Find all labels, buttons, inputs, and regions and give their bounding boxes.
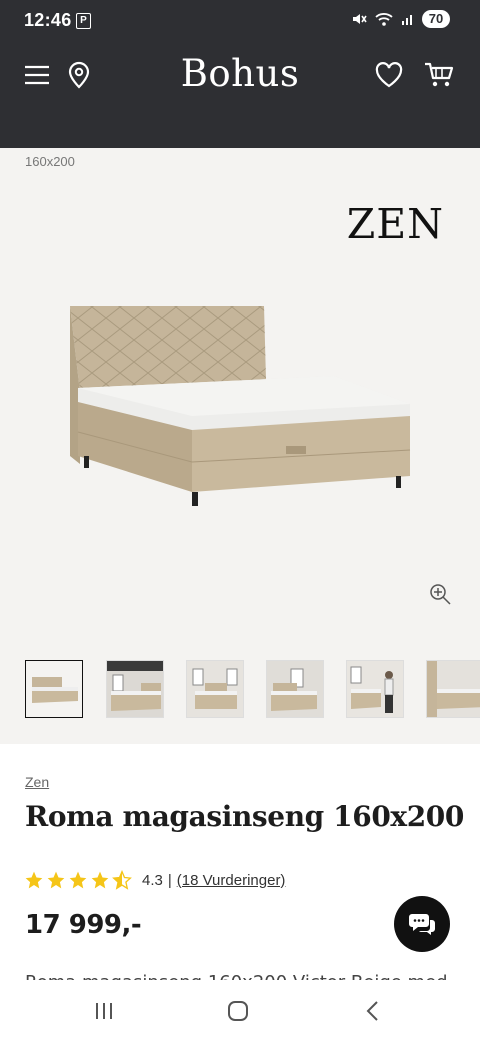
chat-button[interactable] [394,896,450,952]
star-icon [25,871,43,889]
bohus-logo[interactable]: Bohus [0,52,480,95]
parking-icon: P [76,13,91,29]
system-navigation-bar [0,980,480,1040]
star-icon [47,871,65,889]
status-bar: 12:46 P 70 [0,0,480,38]
rating-row[interactable]: 4.3 | (18 Vurderinger) [24,870,285,890]
thumbnail-6[interactable] [426,660,480,718]
back-icon[interactable] [358,998,388,1024]
product-title: Roma magasinseng 160x200 [25,800,464,833]
battery-indicator: 70 [422,10,450,28]
home-icon[interactable] [223,998,253,1024]
site-header: Bohus [0,38,480,148]
thumbnail-3[interactable] [186,660,244,718]
thumbnail-2[interactable] [106,660,164,718]
thumbnail-4[interactable] [266,660,324,718]
star-half-icon [112,870,132,890]
recent-apps-icon[interactable] [89,998,119,1024]
mute-icon [353,14,367,24]
status-time: 12:46 [24,10,72,30]
star-icon [91,871,109,889]
status-icons: 70 [351,10,450,28]
product-price: 17 999,- [25,910,142,940]
wifi-icon [375,13,393,26]
zoom-in-icon[interactable] [428,582,452,606]
thumbnail-strip [0,640,480,744]
brand-link[interactable]: Zen [25,774,49,790]
chat-bubbles-icon [409,914,435,935]
gallery-cut-text: 160x200 [25,154,75,169]
product-info: Zen Roma magasinseng 160x200 4.3 | (18 V… [0,744,480,984]
star-icon [69,871,87,889]
thumbnail-5[interactable] [346,660,404,718]
product-image-gallery[interactable]: 160x200 ZEN [0,148,480,640]
cart-icon[interactable] [424,60,454,90]
heart-icon[interactable] [374,60,404,90]
thumbnail-1[interactable] [25,660,83,718]
reviews-link[interactable]: (18 Vurderinger) [177,872,286,889]
bed-product-image[interactable] [64,296,416,528]
zen-brand-logo: ZEN [346,200,444,248]
rating-value: 4.3 [142,871,163,889]
signal-icon [402,15,412,25]
rating-separator: | [167,871,172,889]
